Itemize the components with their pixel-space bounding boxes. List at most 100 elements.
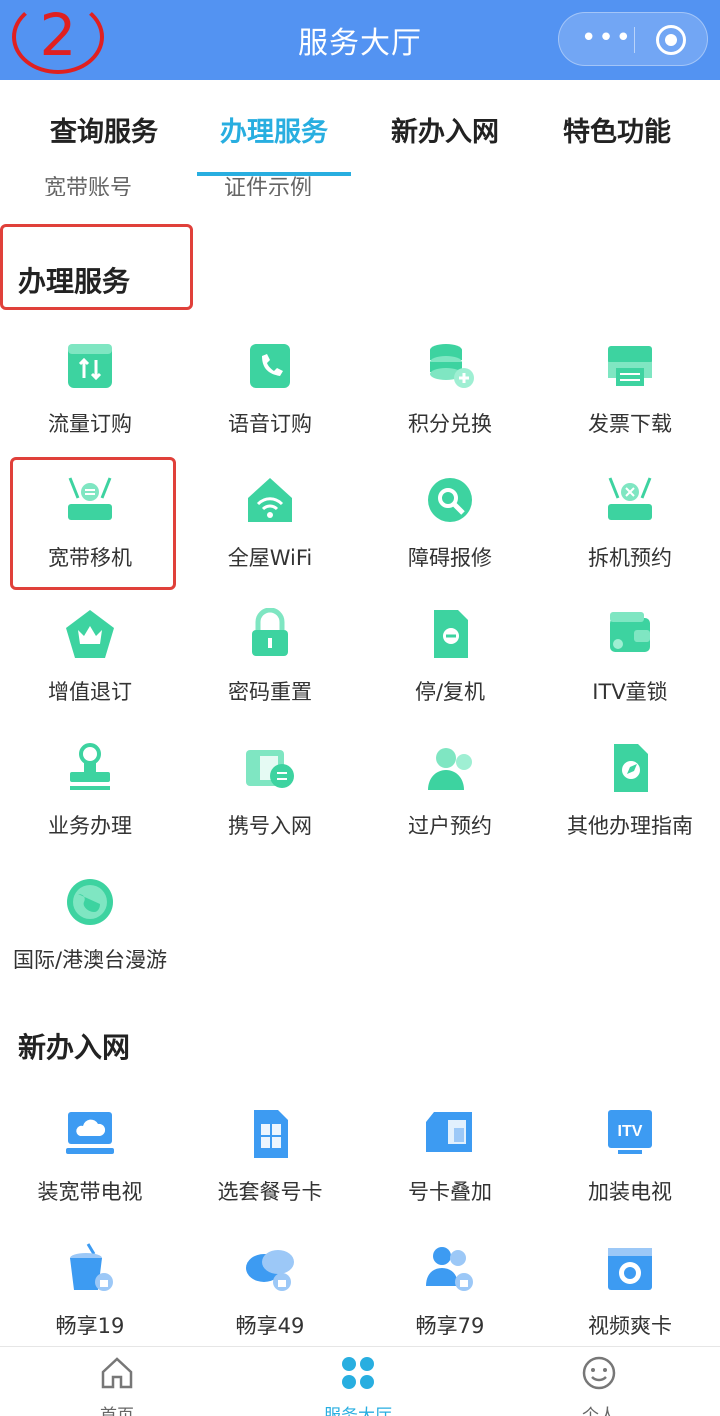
itv-icon: ITV	[608, 1110, 652, 1154]
service-label: 号卡叠加	[408, 1180, 492, 1204]
new-plan-19[interactable]: 畅享19	[0, 1242, 180, 1362]
tab-query[interactable]: 查询服务	[50, 110, 158, 149]
service-label: 携号入网	[228, 814, 312, 838]
partial-item: 宽带账号	[44, 176, 133, 196]
service-label: 积分兑换	[408, 412, 492, 436]
section-title-handle: 办理服务	[18, 265, 131, 298]
section-title-new: 新办入网	[18, 1031, 131, 1064]
service-number-port[interactable]: 携号入网	[180, 742, 360, 862]
printer-icon	[608, 346, 652, 386]
service-label: 拆机预约	[588, 546, 672, 570]
users-icon	[426, 1247, 473, 1291]
home-wifi-icon	[248, 478, 292, 522]
service-label: 国际/港澳台漫游	[12, 948, 168, 972]
close-target-icon[interactable]	[656, 25, 686, 55]
nav-home[interactable]: 首页	[57, 1355, 177, 1416]
nav-label: 服务大厅	[324, 1406, 392, 1416]
service-disconnect[interactable]: 拆机预约	[540, 474, 720, 594]
lock-icon	[252, 608, 288, 656]
service-points[interactable]: 积分兑换	[360, 340, 540, 460]
new-plan-79[interactable]: 畅享79	[360, 1242, 540, 1362]
new-broadband-tv[interactable]: 装宽带电视	[0, 1108, 180, 1228]
new-add-tv[interactable]: ITV 加装电视	[540, 1108, 720, 1228]
service-label: ITV童锁	[592, 680, 668, 704]
service-password-reset[interactable]: 密码重置	[180, 608, 360, 728]
service-label: 业务办理	[48, 814, 132, 838]
service-vas-unsubscribe[interactable]: 增值退订	[0, 608, 180, 728]
coins-icon	[430, 344, 474, 388]
new-video-card[interactable]: 视频爽卡	[540, 1242, 720, 1362]
smile-icon	[582, 1356, 616, 1390]
svg-text:ITV: ITV	[618, 1123, 643, 1140]
compass-icon	[614, 744, 648, 792]
service-label: 流量订购	[48, 412, 132, 436]
nav-personal[interactable]: 个人	[539, 1355, 659, 1416]
service-label: 加装电视	[588, 1180, 672, 1204]
new-plan-card[interactable]: 选套餐号卡	[180, 1108, 360, 1228]
service-label: 密码重置	[228, 680, 312, 704]
service-label: 其他办理指南	[567, 814, 693, 838]
new-plan-49[interactable]: 畅享49	[180, 1242, 360, 1362]
service-label: 视频爽卡	[588, 1314, 672, 1338]
service-voice[interactable]: 语音订购	[180, 340, 360, 460]
partial-item: 证件示例	[224, 176, 313, 196]
service-traffic[interactable]: 流量订购	[0, 340, 180, 460]
new-card-stack[interactable]: 号卡叠加	[360, 1108, 540, 1228]
router-move-icon	[68, 477, 112, 520]
tab-feature[interactable]: 特色功能	[563, 110, 671, 149]
service-label: 畅享49	[235, 1314, 305, 1338]
service-suspend-resume[interactable]: 停/复机	[360, 608, 540, 728]
chat-icon	[246, 1250, 294, 1291]
service-invoice[interactable]: 发票下载	[540, 340, 720, 460]
service-label: 过户预约	[408, 814, 492, 838]
card-stack-icon	[426, 1112, 472, 1152]
title-bar: 2 服务大厅 •••	[0, 0, 720, 80]
sim-card-icon	[254, 1110, 288, 1158]
nav-label: 首页	[100, 1406, 134, 1416]
home-icon	[101, 1357, 133, 1389]
crown-icon	[66, 610, 114, 658]
user-transfer-icon	[428, 748, 472, 790]
video-card-icon	[608, 1248, 652, 1290]
service-repair[interactable]: 障碍报修	[360, 474, 540, 594]
service-home-wifi[interactable]: 全屋WiFi	[180, 474, 360, 594]
service-itv-lock[interactable]: ITV童锁	[540, 608, 720, 728]
service-label: 装宽带电视	[37, 1180, 143, 1204]
bottom-navigation: 首页 服务大厅 个人	[0, 1346, 720, 1416]
service-label: 障碍报修	[408, 546, 492, 570]
sim-transfer-icon	[246, 750, 294, 788]
tab-handle[interactable]: 办理服务	[220, 110, 328, 149]
tab-new[interactable]: 新办入网	[391, 110, 499, 149]
repair-icon	[428, 478, 472, 522]
service-roaming[interactable]: 国际/港澳台漫游	[0, 876, 180, 996]
service-label: 全屋WiFi	[227, 546, 313, 570]
service-other-guide[interactable]: 其他办理指南	[540, 742, 720, 862]
service-broadband-move[interactable]: 宽带移机	[0, 474, 180, 594]
capsule-divider	[634, 27, 635, 53]
traffic-icon	[68, 344, 112, 388]
mini-program-capsule: •••	[558, 12, 708, 66]
globe-icon	[67, 879, 113, 925]
service-transfer-owner[interactable]: 过户预约	[360, 742, 540, 862]
stamp-icon	[70, 743, 110, 790]
service-label: 选套餐号卡	[217, 1180, 323, 1204]
service-business[interactable]: 业务办理	[0, 742, 180, 862]
nav-label: 个人	[582, 1406, 616, 1416]
router-remove-icon	[608, 477, 652, 520]
drink-icon	[70, 1243, 113, 1291]
service-label: 发票下载	[588, 412, 672, 436]
service-label: 增值退订	[48, 680, 132, 704]
category-tabs: 查询服务 办理服务 新办入网 特色功能	[0, 80, 720, 176]
service-label: 畅享19	[55, 1314, 125, 1338]
more-icon[interactable]: •••	[581, 23, 631, 53]
service-label: 畅享79	[415, 1314, 485, 1338]
service-label: 语音订购	[228, 412, 312, 436]
phone-icon	[250, 344, 290, 388]
phone-stop-icon	[434, 610, 468, 658]
grid-icon	[342, 1357, 374, 1389]
monitor-cloud-icon	[66, 1112, 114, 1154]
nav-service-hall[interactable]: 服务大厅	[298, 1355, 418, 1416]
wallet-icon	[610, 612, 650, 652]
service-label: 停/复机	[414, 680, 486, 704]
service-label: 宽带移机	[48, 546, 132, 570]
